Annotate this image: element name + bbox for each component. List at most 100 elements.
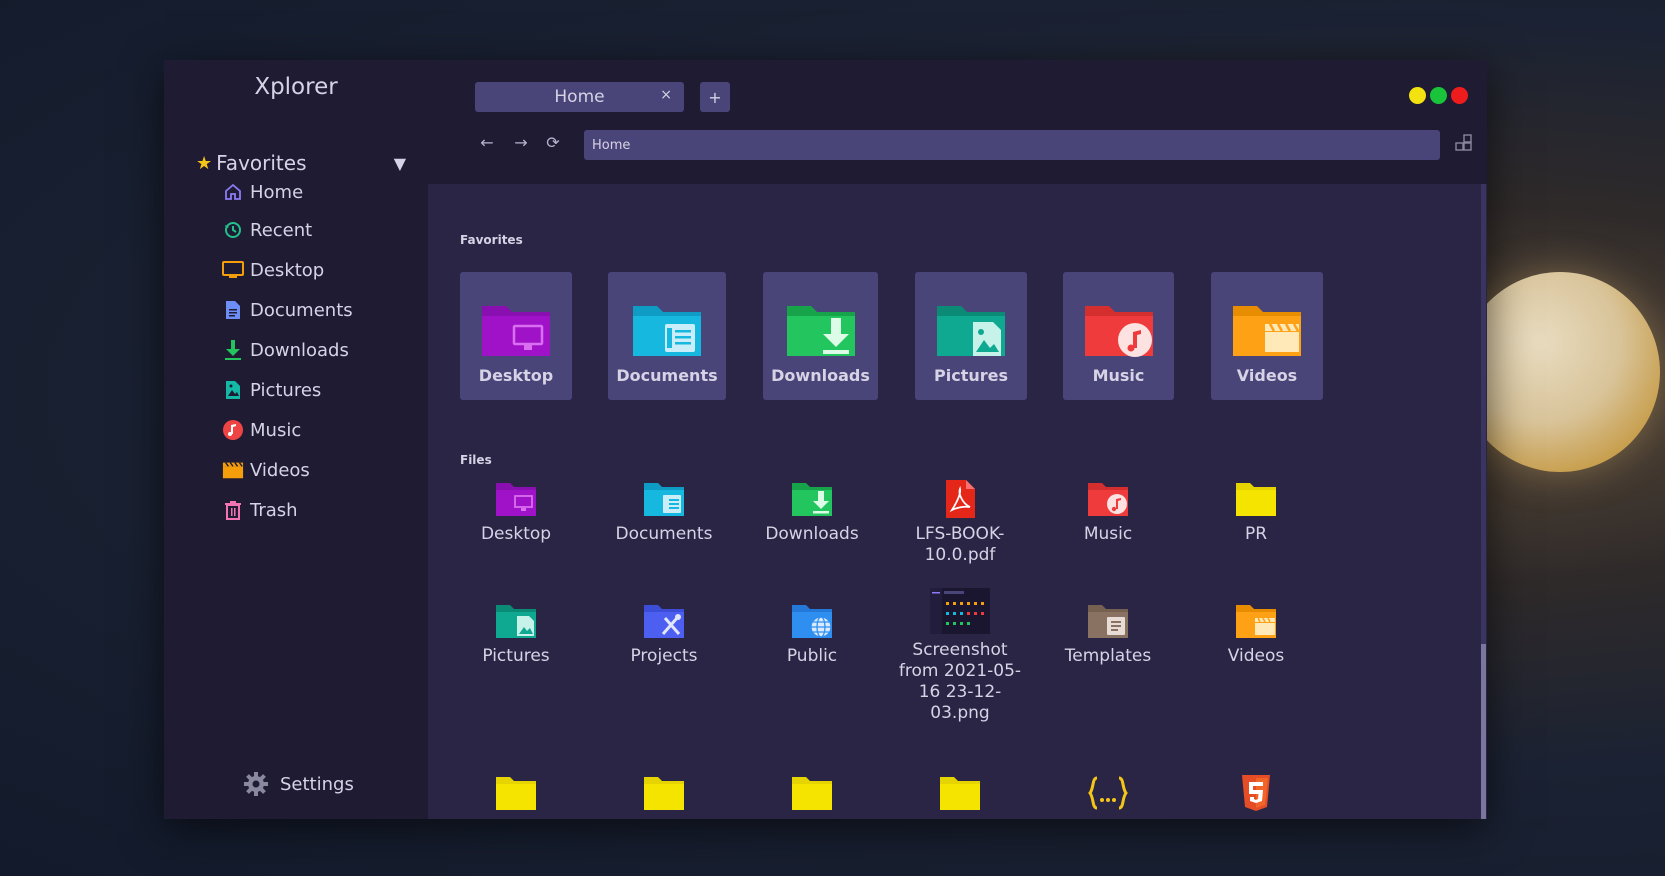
file-item[interactable]: PR xyxy=(1186,480,1326,545)
music-icon xyxy=(222,419,244,441)
file-item[interactable]: Projects xyxy=(594,602,734,667)
music-folder-icon xyxy=(1088,483,1128,516)
public-folder-icon xyxy=(792,605,832,638)
grid-view-icon[interactable] xyxy=(1454,133,1476,155)
file-item[interactable]: Pictures xyxy=(446,602,586,667)
sidebar-item-label: Downloads xyxy=(250,339,349,361)
file-item[interactable] xyxy=(1186,774,1326,818)
pdf-file-icon xyxy=(946,480,975,518)
favorite-pictures[interactable]: Pictures xyxy=(915,272,1027,400)
scrollbar-thumb[interactable] xyxy=(1481,644,1486,819)
file-item[interactable]: Public xyxy=(742,602,882,667)
maximize-button[interactable] xyxy=(1430,87,1447,104)
file-label: Screenshot from 2021-05-16 23-12-03.png xyxy=(898,640,1022,723)
minimize-button[interactable] xyxy=(1409,87,1426,104)
sidebar-item-recent[interactable]: Recent xyxy=(222,214,412,246)
back-button[interactable]: ← xyxy=(476,130,498,154)
picture-icon xyxy=(222,379,244,401)
forward-button[interactable]: → xyxy=(510,130,532,154)
file-item[interactable] xyxy=(446,774,586,818)
address-bar[interactable] xyxy=(584,130,1440,160)
sidebar-item-label: Videos xyxy=(250,459,310,481)
file-item[interactable]: Desktop xyxy=(446,480,586,545)
downloads-folder-icon xyxy=(786,306,855,356)
sidebar-item-home[interactable]: Home xyxy=(222,176,412,208)
favorite-label: Pictures xyxy=(934,366,1008,385)
sidebar-item-label: Music xyxy=(250,419,302,441)
favorite-videos[interactable]: Videos xyxy=(1211,272,1323,400)
close-window-button[interactable] xyxy=(1451,87,1468,104)
favorite-label: Music xyxy=(1092,366,1145,385)
sidebar-item-documents[interactable]: Documents xyxy=(222,294,412,326)
sidebar-item-downloads[interactable]: Downloads xyxy=(222,334,412,366)
folder-icon xyxy=(496,777,536,810)
file-label: Downloads xyxy=(765,524,859,544)
sidebar-item-music[interactable]: Music xyxy=(222,414,412,446)
file-item[interactable]: Videos xyxy=(1186,602,1326,667)
file-item[interactable]: Screenshot from 2021-05-16 23-12-03.png xyxy=(890,588,1030,724)
file-item[interactable] xyxy=(594,774,734,818)
file-item[interactable] xyxy=(742,774,882,818)
file-item[interactable] xyxy=(1038,774,1178,818)
favorite-downloads[interactable]: Downloads xyxy=(763,272,878,400)
video-icon xyxy=(222,459,244,481)
videos-folder-icon xyxy=(1236,605,1276,638)
sidebar-item-label: Recent xyxy=(250,219,313,241)
favorite-music[interactable]: Music xyxy=(1063,272,1174,400)
file-label: Documents xyxy=(615,524,713,544)
favorites-section-title: Favorites xyxy=(460,233,523,247)
sidebar-item-videos[interactable]: Videos xyxy=(222,454,412,486)
desktop-icon xyxy=(222,259,244,281)
file-label: Templates xyxy=(1064,646,1152,666)
document-icon xyxy=(222,299,244,321)
file-label: PR xyxy=(1244,524,1268,544)
file-label: Pictures xyxy=(482,646,550,666)
favorite-label: Downloads xyxy=(771,366,870,385)
download-icon xyxy=(222,339,244,361)
documents-folder-icon xyxy=(633,306,701,356)
favorite-documents[interactable]: Documents xyxy=(608,272,726,400)
folder-icon xyxy=(1236,483,1276,516)
caret-down-icon: ▼ xyxy=(393,153,406,173)
settings-button[interactable]: Settings xyxy=(242,770,354,798)
desktop-folder-icon xyxy=(496,483,536,516)
music-folder-icon xyxy=(1084,306,1153,357)
close-tab-icon[interactable]: × xyxy=(660,87,672,103)
reload-button[interactable]: ⟳ xyxy=(542,130,564,154)
trash-icon xyxy=(222,499,244,521)
sidebar-item-label: Desktop xyxy=(250,259,325,281)
html5-file-icon xyxy=(1242,775,1270,811)
json-file-icon xyxy=(1088,776,1128,810)
file-item[interactable]: Templates xyxy=(1038,602,1178,667)
files-section-title: Files xyxy=(460,453,492,467)
favorite-label: Documents xyxy=(616,366,718,385)
favorites-label: Favorites xyxy=(216,151,307,175)
pictures-folder-icon xyxy=(496,605,536,638)
tab-label: Home xyxy=(554,87,605,107)
file-label: Public xyxy=(786,646,838,666)
sidebar-item-label: Home xyxy=(250,181,304,203)
file-item[interactable]: LFS-BOOK-10.0.pdf xyxy=(890,480,1030,566)
star-icon: ★ xyxy=(196,152,213,174)
scrollbar[interactable] xyxy=(1481,184,1486,819)
new-tab-button[interactable]: + xyxy=(700,82,730,112)
favorite-desktop[interactable]: Desktop xyxy=(460,272,572,400)
favorites-toggle[interactable]: ★ Favorites ▼ xyxy=(196,148,406,178)
sidebar-item-pictures[interactable]: Pictures xyxy=(222,374,412,406)
tab-home[interactable]: Home × xyxy=(475,82,684,112)
projects-folder-icon xyxy=(644,605,684,638)
file-item[interactable]: Music xyxy=(1038,480,1178,545)
sidebar-item-trash[interactable]: Trash xyxy=(222,494,412,526)
sidebar-item-desktop[interactable]: Desktop xyxy=(222,254,412,286)
templates-folder-icon xyxy=(1088,605,1128,638)
file-item[interactable]: Downloads xyxy=(742,480,882,545)
file-item[interactable]: Documents xyxy=(594,480,734,545)
downloads-folder-icon xyxy=(792,483,832,516)
pictures-folder-icon xyxy=(937,306,1005,356)
file-item[interactable] xyxy=(890,774,1030,818)
folder-icon xyxy=(792,777,832,810)
videos-folder-icon xyxy=(1233,306,1301,356)
sidebar-item-label: Pictures xyxy=(250,379,322,401)
gear-icon xyxy=(242,770,270,798)
favorite-label: Desktop xyxy=(478,366,554,385)
